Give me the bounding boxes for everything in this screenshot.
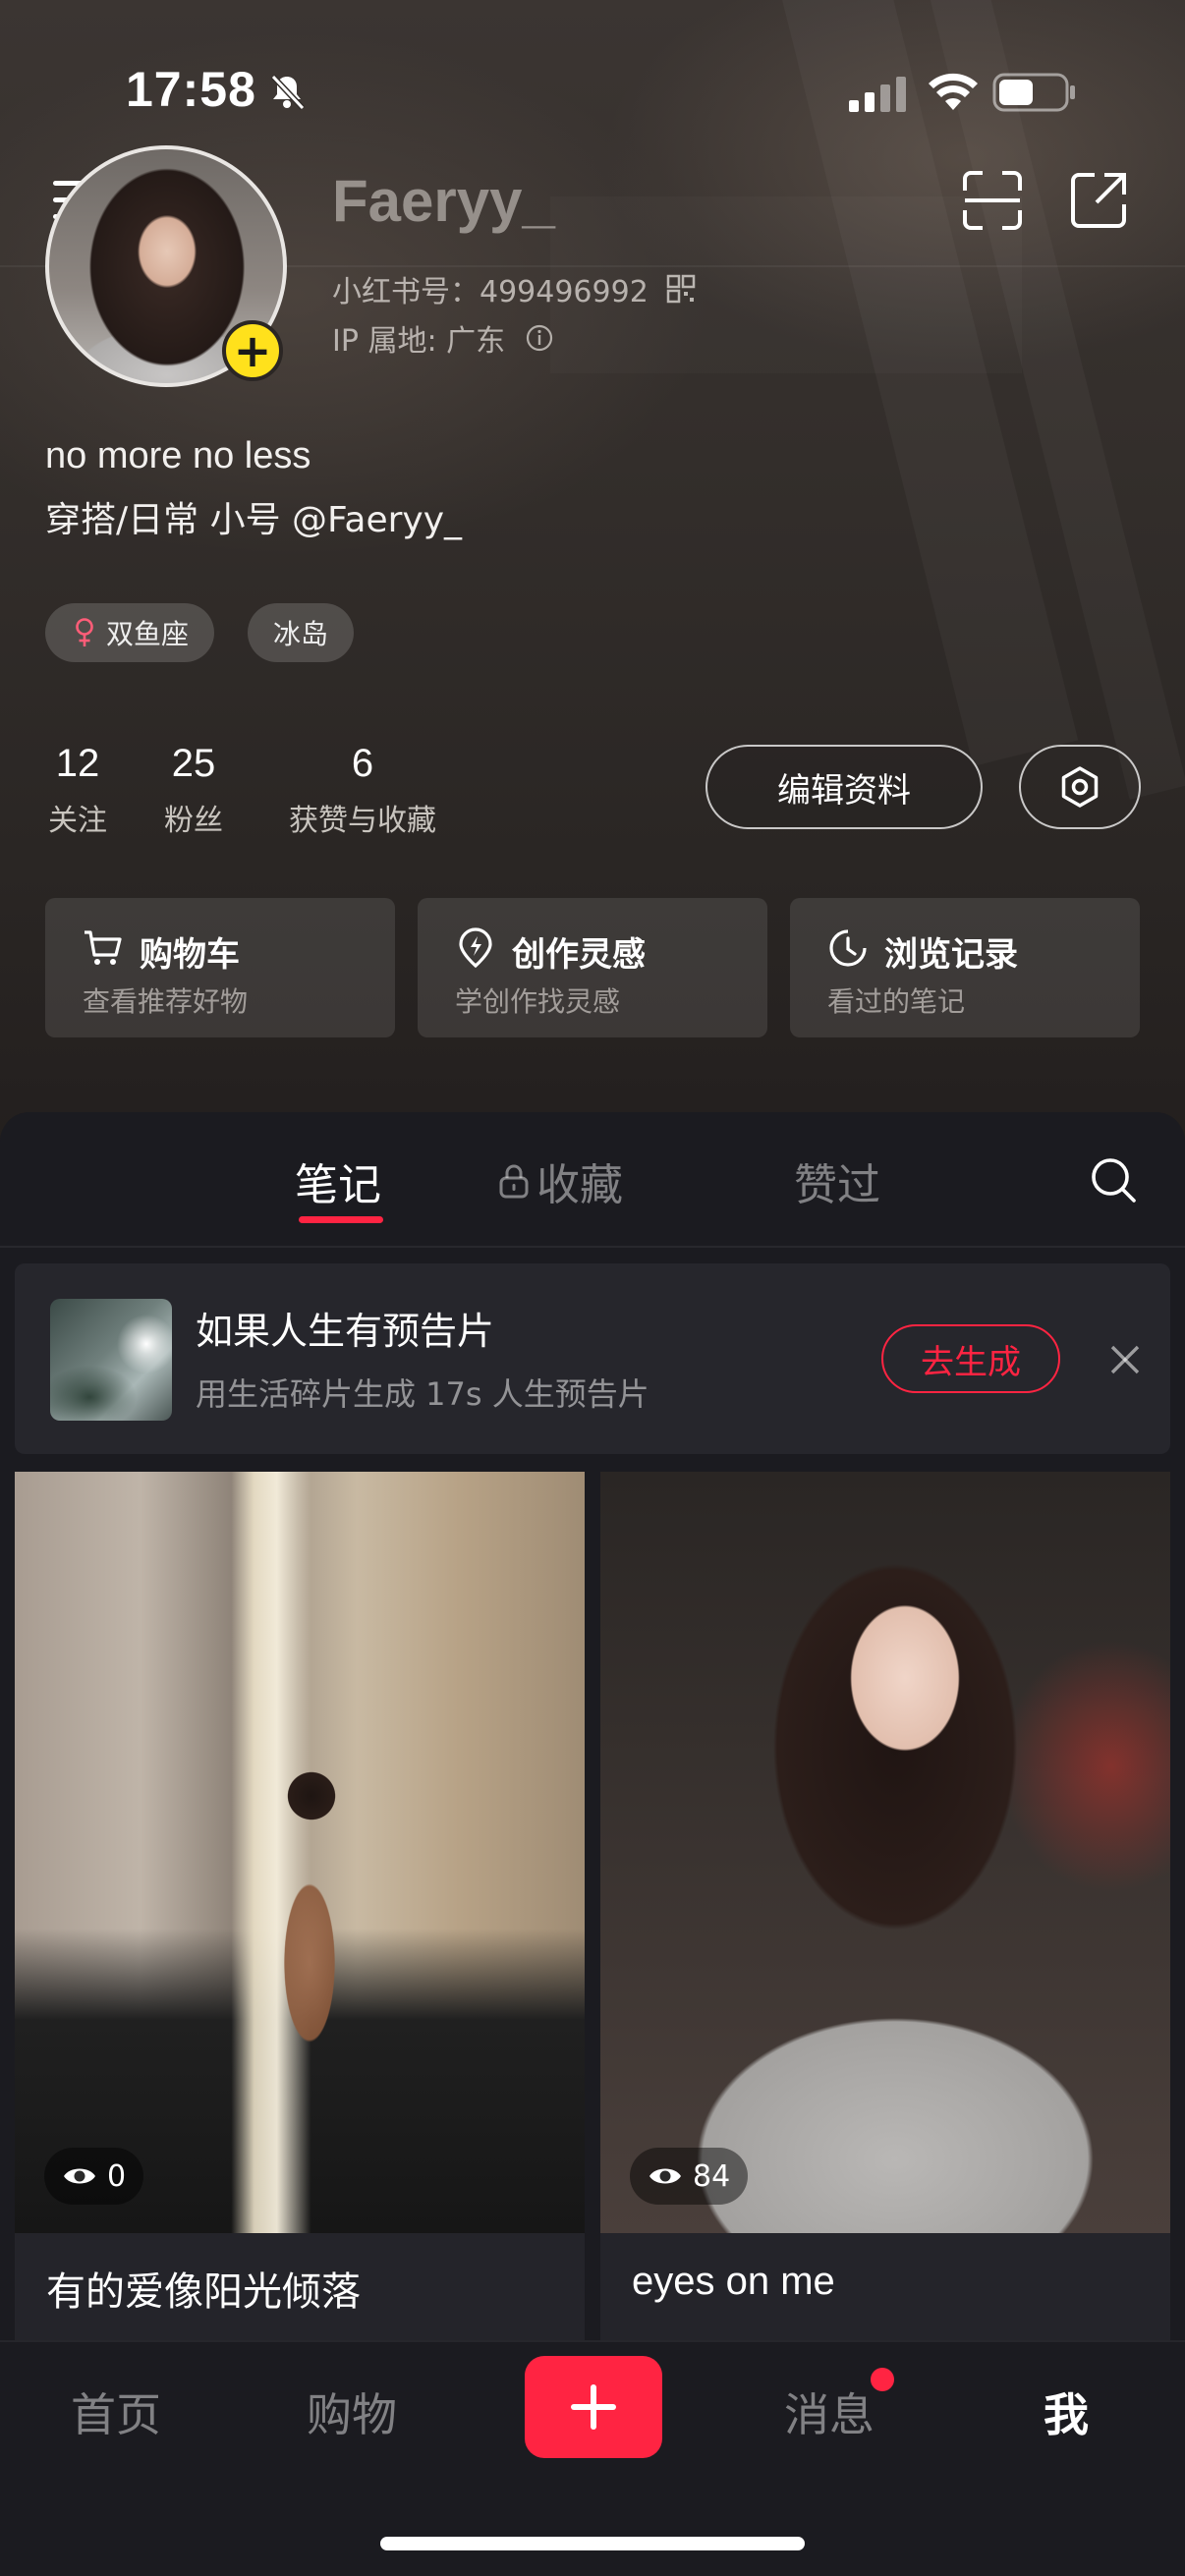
- note-cover-image[interactable]: [600, 1472, 1170, 2233]
- tab-active-indicator: [299, 1216, 383, 1223]
- avatar[interactable]: +: [45, 145, 287, 387]
- note-title: eyes on me: [632, 2260, 835, 2303]
- nav-messages[interactable]: 消息: [784, 2380, 875, 2444]
- battery-icon: [992, 73, 1075, 112]
- likes-label: 获赞与收藏: [289, 804, 436, 838]
- cart-icon: [85, 930, 122, 965]
- following-label: 关注: [48, 804, 107, 838]
- tab-favorites[interactable]: 收藏: [497, 1149, 623, 1212]
- qr-code-icon[interactable]: [666, 274, 696, 304]
- female-icon: [76, 618, 93, 646]
- quick-card-title: 购物车: [140, 935, 240, 975]
- tab-liked[interactable]: 赞过: [794, 1149, 880, 1212]
- zodiac-tag-label: 双鱼座: [106, 618, 190, 650]
- quick-card-cart[interactable]: 购物车 查看推荐好物: [45, 898, 395, 1037]
- quick-card-subtitle: 查看推荐好物: [83, 985, 249, 1018]
- view-count-badge: 84: [630, 2148, 749, 2205]
- ip-location: IP 属地: 广东: [332, 316, 554, 360]
- close-icon[interactable]: [1105, 1340, 1145, 1379]
- settings-button[interactable]: [1019, 745, 1141, 829]
- tab-favorites-label: 收藏: [536, 1160, 623, 1210]
- edit-profile-button[interactable]: 编辑资料: [705, 745, 983, 829]
- nav-shop[interactable]: 购物: [307, 2380, 397, 2444]
- info-icon[interactable]: [525, 323, 554, 353]
- followers-label: 粉丝: [164, 804, 223, 838]
- bell-slash-icon: [270, 74, 306, 111]
- post-button[interactable]: [525, 2356, 662, 2458]
- followers-stat[interactable]: 25 粉丝: [161, 739, 226, 839]
- eye-icon: [649, 2168, 681, 2184]
- trailer-banner[interactable]: 如果人生有预告片 用生活碎片生成 17s 人生预告片 去生成: [15, 1263, 1170, 1454]
- following-count: 12: [55, 742, 100, 785]
- zodiac-tag: 双鱼座: [45, 603, 215, 662]
- view-count: 0: [107, 2158, 127, 2194]
- following-stat[interactable]: 12 关注: [45, 739, 110, 839]
- banner-title: 如果人生有预告片: [196, 1310, 495, 1353]
- notification-dot: [871, 2368, 894, 2391]
- red-id[interactable]: 小红书号：499496992: [332, 267, 696, 310]
- banner-thumbnail: [50, 1299, 172, 1421]
- banner-subtitle: 用生活碎片生成 17s 人生预告片: [196, 1375, 649, 1413]
- ip-location-text: IP 属地: 广东: [332, 324, 506, 359]
- note-card[interactable]: 84 eyes on me: [600, 1472, 1170, 2340]
- lock-icon: [499, 1164, 529, 1199]
- status-bar: 17:58: [0, 0, 1185, 147]
- status-time: 17:58: [126, 62, 256, 117]
- nav-home[interactable]: 首页: [71, 2380, 161, 2444]
- quick-card-subtitle: 学创作找灵感: [455, 985, 621, 1018]
- share-icon[interactable]: [1067, 169, 1130, 232]
- tab-divider: [0, 1246, 1185, 1248]
- note-cover-image[interactable]: [15, 1472, 585, 2233]
- username: Faeryy_: [332, 168, 555, 234]
- tab-notes[interactable]: 笔记: [295, 1149, 381, 1212]
- signal-icon: [849, 77, 906, 112]
- location-tag-label: 冰岛: [273, 618, 329, 650]
- quick-card-inspiration[interactable]: 创作灵感 学创作找灵感: [418, 898, 767, 1037]
- home-indicator[interactable]: [380, 2537, 805, 2550]
- red-id-text: 小红书号：499496992: [332, 275, 649, 309]
- bio-line-1: no more no less: [45, 435, 311, 476]
- wifi-icon: [929, 73, 978, 110]
- gear-icon: [1061, 766, 1099, 808]
- view-count-badge: 0: [44, 2148, 144, 2205]
- followers-count: 25: [171, 742, 216, 785]
- generate-button[interactable]: 去生成: [881, 1324, 1060, 1393]
- avatar-add-button[interactable]: +: [222, 320, 283, 381]
- likes-stat[interactable]: 6 获赞与收藏: [281, 739, 444, 839]
- clock-icon: [829, 929, 867, 967]
- nav-me[interactable]: 我: [1044, 2380, 1089, 2444]
- location-tag: 冰岛: [248, 603, 355, 662]
- view-count: 84: [693, 2158, 731, 2194]
- bio-line-2: 穿搭/日常 小号 @Faeryy_: [45, 500, 463, 540]
- plus-icon: [571, 2384, 616, 2430]
- quick-card-title: 浏览记录: [884, 935, 1018, 975]
- lightbulb-icon: [459, 927, 492, 969]
- note-card[interactable]: 0 有的爱像阳光倾落: [15, 1472, 585, 2340]
- quick-card-subtitle: 看过的笔记: [827, 985, 966, 1018]
- eye-icon: [64, 2168, 95, 2184]
- quick-card-history[interactable]: 浏览记录 看过的笔记: [790, 898, 1140, 1037]
- likes-count: 6: [351, 742, 374, 785]
- scan-icon[interactable]: [961, 169, 1024, 232]
- note-title: 有的爱像阳光倾落: [46, 2269, 361, 2315]
- search-icon[interactable]: [1089, 1155, 1138, 1204]
- quick-card-title: 创作灵感: [512, 935, 646, 975]
